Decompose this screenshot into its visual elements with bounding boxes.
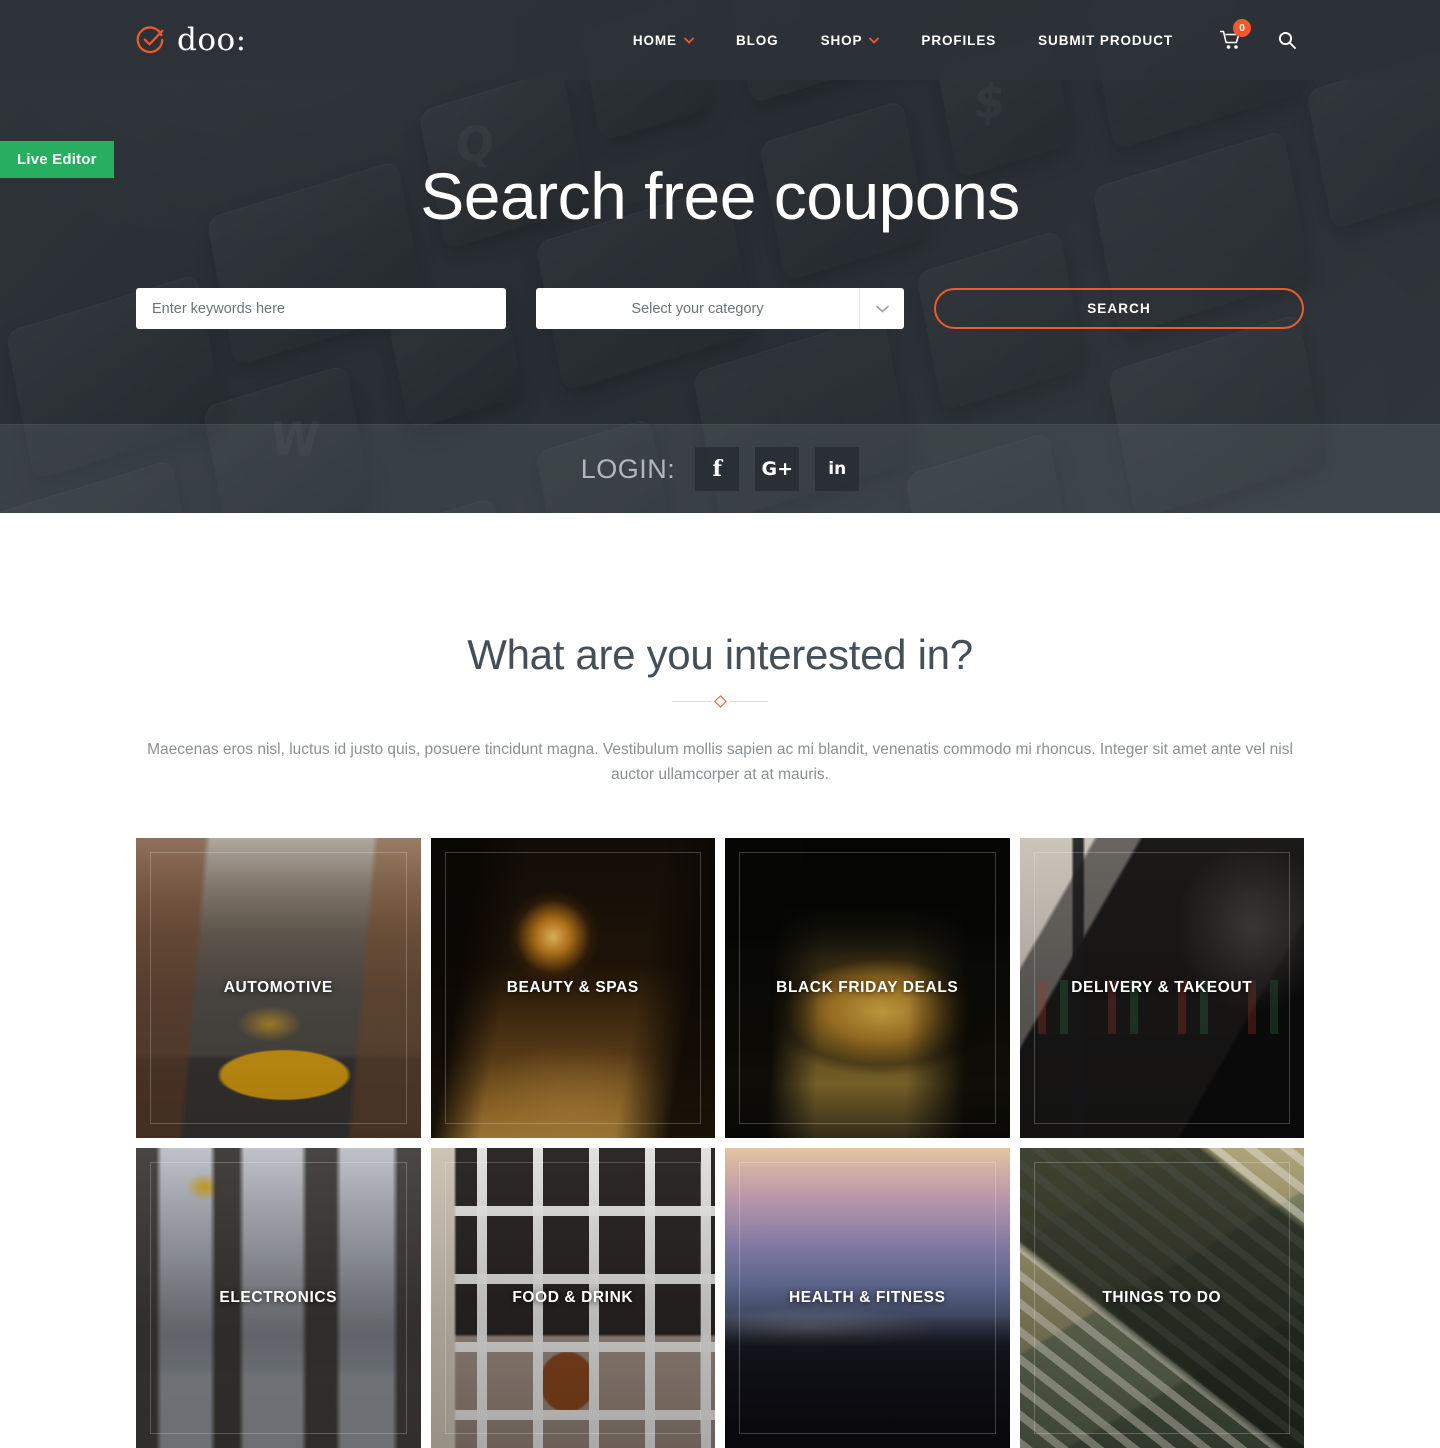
- section-divider: [672, 695, 768, 708]
- category-select[interactable]: Select your category: [536, 288, 904, 330]
- section-title: What are you interested in?: [467, 631, 973, 678]
- category-tile-things-to-do[interactable]: THINGS TO DO: [1019, 1147, 1304, 1448]
- nav-item-blog[interactable]: BLOG: [715, 33, 800, 48]
- nav-item-shop[interactable]: SHOP: [800, 33, 901, 48]
- brand-name: doo:: [177, 22, 247, 58]
- hero-section: Q 3 # W $ doo: HOME: [0, 0, 1440, 513]
- linkedin-icon[interactable]: in: [815, 447, 860, 491]
- category-label: HEALTH & FITNESS: [788, 1288, 946, 1306]
- chevron-down-icon: [869, 37, 880, 44]
- nav-label: PROFILES: [921, 32, 997, 48]
- google-plus-icon[interactable]: G+: [755, 447, 800, 491]
- facebook-icon[interactable]: f: [695, 447, 740, 491]
- search-icon[interactable]: [1260, 31, 1304, 49]
- brand-logo[interactable]: doo:: [136, 22, 247, 58]
- category-label: BLACK FRIDAY DEALS: [776, 978, 959, 996]
- nav-label: HOME: [632, 32, 677, 48]
- category-label: BEAUTY & SPAS: [506, 978, 639, 996]
- nav-label: BLOG: [735, 32, 779, 48]
- shopping-cart-icon[interactable]: 0: [1194, 19, 1260, 50]
- category-tile-electronics[interactable]: ELECTRONICS: [136, 1147, 421, 1448]
- cart-count-badge: 0: [1233, 19, 1251, 37]
- search-form: Select your category SEARCH: [0, 288, 1440, 330]
- nav-label: SUBMIT PRODUCT: [1038, 32, 1173, 48]
- category-label: AUTOMOTIVE: [223, 978, 333, 996]
- nav-item-submit-product[interactable]: SUBMIT PRODUCT: [1017, 33, 1194, 48]
- chevron-down-icon: [684, 37, 694, 44]
- category-tile-black-friday-deals[interactable]: BLACK FRIDAY DEALS: [725, 837, 1010, 1138]
- check-circle-icon: [136, 26, 164, 54]
- category-label: DELIVERY & TAKEOUT: [1071, 978, 1253, 996]
- diamond-icon: [713, 695, 727, 708]
- section-description: Maecenas eros nisl, luctus id justo quis…: [147, 741, 1293, 783]
- category-tile-food-drink[interactable]: FOOD & DRINK: [430, 1147, 715, 1448]
- chevron-down-icon: [859, 288, 904, 330]
- category-label: FOOD & DRINK: [512, 1288, 634, 1306]
- search-button[interactable]: SEARCH: [934, 288, 1304, 330]
- category-tile-automotive[interactable]: AUTOMOTIVE: [136, 837, 421, 1138]
- nav-item-profiles[interactable]: PROFILES: [900, 33, 1017, 48]
- keyword-input[interactable]: [136, 288, 506, 330]
- live-editor-badge[interactable]: Live Editor: [0, 141, 114, 178]
- category-tile-delivery-takeout[interactable]: DELIVERY & TAKEOUT: [1019, 837, 1304, 1138]
- category-grid: AUTOMOTIVE BEAUTY & SPAS BLACK FRIDAY DE…: [136, 837, 1304, 1448]
- login-label: LOGIN:: [580, 453, 676, 484]
- hero-content: Search free coupons Select your category…: [0, 80, 1440, 330]
- hero-title: Search free coupons: [420, 159, 1020, 233]
- interest-section: What are you interested in? Maecenas ero…: [0, 513, 1440, 1448]
- nav-label: SHOP: [820, 32, 863, 48]
- nav-menu: HOME BLOG SHOP PROFILES SUBMIT PRODUCT 0: [612, 19, 1304, 50]
- divider-line-left: [672, 701, 711, 702]
- nav-item-home[interactable]: HOME: [612, 33, 715, 48]
- category-select-value: Select your category: [631, 300, 764, 317]
- category-tile-health-fitness[interactable]: HEALTH & FITNESS: [725, 1147, 1010, 1448]
- divider-line-right: [729, 701, 768, 702]
- social-login-bar: LOGIN: f G+ in: [0, 424, 1440, 513]
- category-label: ELECTRONICS: [219, 1288, 338, 1306]
- category-label: THINGS TO DO: [1102, 1288, 1222, 1306]
- category-tile-beauty-spas[interactable]: BEAUTY & SPAS: [430, 837, 715, 1138]
- navbar: doo: HOME BLOG SHOP PROFILES SUBMIT PROD…: [0, 0, 1440, 80]
